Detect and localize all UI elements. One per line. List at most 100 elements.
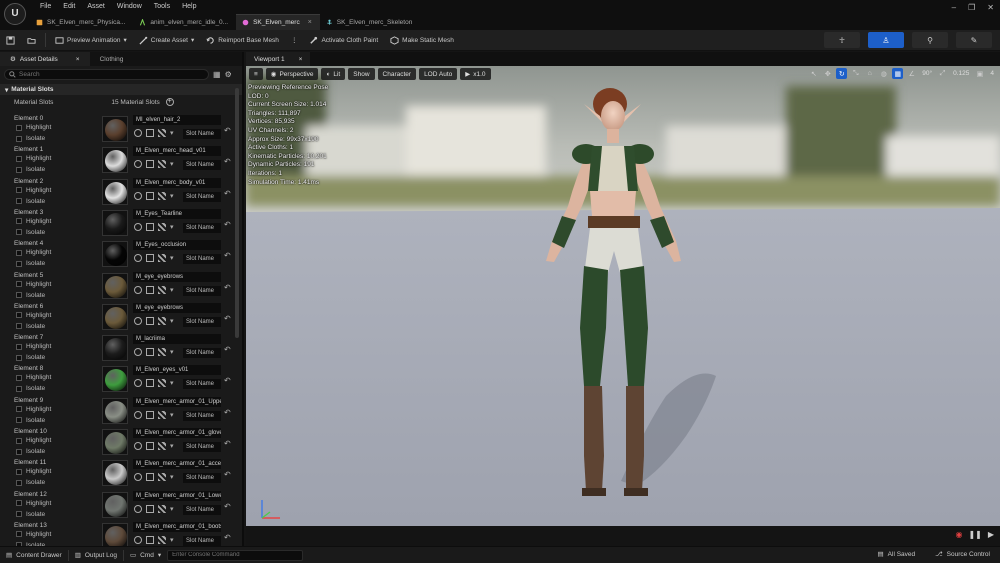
lod-button[interactable]: LOD Auto	[419, 68, 458, 80]
highlight-checkbox[interactable]	[16, 155, 22, 162]
tab-asset-details[interactable]: ⚙ Asset Details ×	[0, 52, 90, 66]
skeleton-mode-button[interactable]: ☥	[824, 32, 860, 48]
tab-skeletal-mesh[interactable]: SK_Elven_merc ×	[236, 14, 320, 30]
make-static-mesh-button[interactable]: Make Static Mesh	[384, 32, 460, 49]
highlight-checkbox[interactable]	[16, 187, 22, 194]
isolate-checkbox[interactable]	[16, 511, 22, 518]
cmd-button[interactable]: ▭ Cmd ▾	[124, 551, 167, 560]
browse-folder-icon[interactable]	[146, 442, 154, 450]
more-options-icon[interactable]: ⋮	[285, 32, 304, 49]
close-window-icon[interactable]: ✕	[987, 3, 994, 12]
tab-clothing[interactable]: Clothing	[90, 52, 134, 66]
grid-snap-icon[interactable]: ▦	[892, 68, 904, 79]
highlight-checkbox[interactable]	[16, 281, 22, 287]
isolate-checkbox[interactable]	[16, 354, 22, 361]
material-thumbnail[interactable]	[102, 397, 128, 424]
slot-name-field[interactable]: Slot Name	[183, 410, 221, 421]
chevron-down-icon[interactable]: ▾	[170, 223, 174, 231]
output-log-button[interactable]: ▥ Output Log	[69, 551, 123, 560]
slot-name-field[interactable]: Slot Name	[183, 379, 221, 390]
slot-name-field[interactable]: Slot Name	[183, 442, 221, 452]
slot-name-field[interactable]: Slot Name	[183, 129, 221, 139]
material-asset-field[interactable]: M_Elven_merc_armor_01_boots_	[133, 521, 221, 532]
highlight-checkbox[interactable]	[16, 218, 22, 225]
console-command-input[interactable]	[167, 549, 304, 561]
material-asset-field[interactable]: M_eye_eyebrows	[133, 271, 221, 282]
highlight-checkbox[interactable]	[16, 500, 22, 507]
chevron-down-icon[interactable]: ▾	[170, 442, 174, 450]
material-asset-field[interactable]: M_Eyes_occlusion	[133, 240, 221, 251]
chevron-down-icon[interactable]: ▾	[170, 536, 174, 544]
menu-edit[interactable]: Edit	[57, 1, 81, 12]
material-thumbnail[interactable]	[102, 303, 128, 330]
show-button[interactable]: Show	[348, 68, 375, 80]
slot-name-field[interactable]: Slot Name	[183, 316, 221, 327]
material-thumbnail[interactable]	[102, 178, 128, 205]
browse-folder-icon[interactable]	[146, 285, 154, 294]
material-asset-field[interactable]: M_Eyes_Tearline	[133, 208, 221, 219]
source-control-button[interactable]: ⎇ Source Control	[929, 550, 996, 559]
checker-icon[interactable]	[158, 316, 166, 325]
viewport-scene[interactable]	[246, 66, 1000, 526]
settings-gear-icon[interactable]: ⚙	[225, 70, 232, 79]
isolate-checkbox[interactable]	[16, 260, 22, 267]
chevron-down-icon[interactable]: ▾	[170, 505, 174, 513]
material-asset-field[interactable]: M_Elven_merc_armor_01_Lower_	[133, 490, 221, 501]
material-asset-field[interactable]: MI_elven_hair_2	[133, 115, 221, 125]
camera-speed-value[interactable]: 4	[988, 70, 996, 77]
add-slot-icon[interactable]: +	[165, 98, 174, 106]
scale-snap-value[interactable]: 0.125	[951, 70, 971, 77]
chevron-down-icon[interactable]: ▾	[170, 254, 174, 262]
isolate-checkbox[interactable]	[16, 166, 22, 173]
search-box[interactable]	[4, 68, 209, 80]
tab-skeleton[interactable]: SK_Elven_merc_Skeleton	[319, 14, 421, 30]
minimize-icon[interactable]: –	[952, 3, 956, 12]
browse-folder-icon[interactable]	[146, 129, 154, 137]
isolate-checkbox[interactable]	[16, 198, 22, 205]
highlight-checkbox[interactable]	[16, 249, 22, 256]
highlight-checkbox[interactable]	[16, 124, 22, 131]
material-thumbnail[interactable]	[102, 209, 128, 236]
character-button[interactable]: Character	[377, 68, 417, 80]
browse-folder-icon[interactable]	[146, 473, 154, 482]
reset-arrow-icon[interactable]: ↶	[224, 126, 231, 135]
preview-animation-button[interactable]: Preview Animation ▾	[49, 32, 133, 49]
checker-icon[interactable]	[158, 442, 166, 450]
checker-icon[interactable]	[158, 222, 166, 231]
use-selected-arrow-icon[interactable]	[134, 129, 142, 137]
chevron-down-icon[interactable]: ▾	[170, 317, 174, 325]
material-asset-field[interactable]: M_Elven_merc_body_v01	[133, 177, 221, 188]
tab-physics-asset[interactable]: SK_Elven_merc_Physica...	[30, 14, 134, 30]
material-thumbnail[interactable]	[102, 522, 128, 546]
material-thumbnail[interactable]	[102, 241, 128, 268]
highlight-checkbox[interactable]	[16, 312, 22, 319]
mesh-mode-button[interactable]: ♙	[868, 32, 904, 48]
material-asset-field[interactable]: M_eye_eyebrows	[133, 302, 221, 313]
material-asset-field[interactable]: M_Elven_merc_armor_01_access	[133, 459, 221, 470]
menu-tools[interactable]: Tools	[148, 1, 176, 12]
browse-folder-icon[interactable]	[146, 504, 154, 513]
highlight-checkbox[interactable]	[16, 468, 22, 475]
search-input[interactable]	[19, 70, 199, 78]
scrollbar[interactable]	[235, 88, 239, 338]
camera-speed-icon[interactable]: ▣	[974, 68, 985, 79]
lit-button[interactable]: ◐ Lit	[321, 68, 346, 80]
animation-mode-button[interactable]: ⚲	[912, 32, 948, 48]
material-asset-field[interactable]: M_Elven_merc_head_v01	[133, 146, 221, 157]
slot-name-field[interactable]: Slot Name	[183, 191, 221, 202]
material-asset-field[interactable]: M_lacriima	[133, 334, 221, 345]
translate-icon[interactable]: ✥	[822, 68, 833, 79]
isolate-checkbox[interactable]	[16, 479, 22, 486]
reset-arrow-icon[interactable]: ↶	[224, 283, 231, 292]
slot-name-field[interactable]: Slot Name	[183, 222, 221, 233]
use-selected-arrow-icon[interactable]	[134, 254, 142, 263]
browse-folder-icon[interactable]	[146, 348, 154, 357]
reset-arrow-icon[interactable]: ↶	[224, 189, 231, 198]
use-selected-arrow-icon[interactable]	[134, 191, 142, 200]
menu-help[interactable]: Help	[176, 1, 202, 12]
reset-arrow-icon[interactable]: ↶	[224, 439, 231, 448]
chevron-down-icon[interactable]: ▾	[170, 348, 174, 356]
reset-arrow-icon[interactable]: ↶	[224, 376, 231, 385]
chevron-down-icon[interactable]: ▾	[170, 192, 174, 200]
menu-asset[interactable]: Asset	[81, 1, 111, 12]
